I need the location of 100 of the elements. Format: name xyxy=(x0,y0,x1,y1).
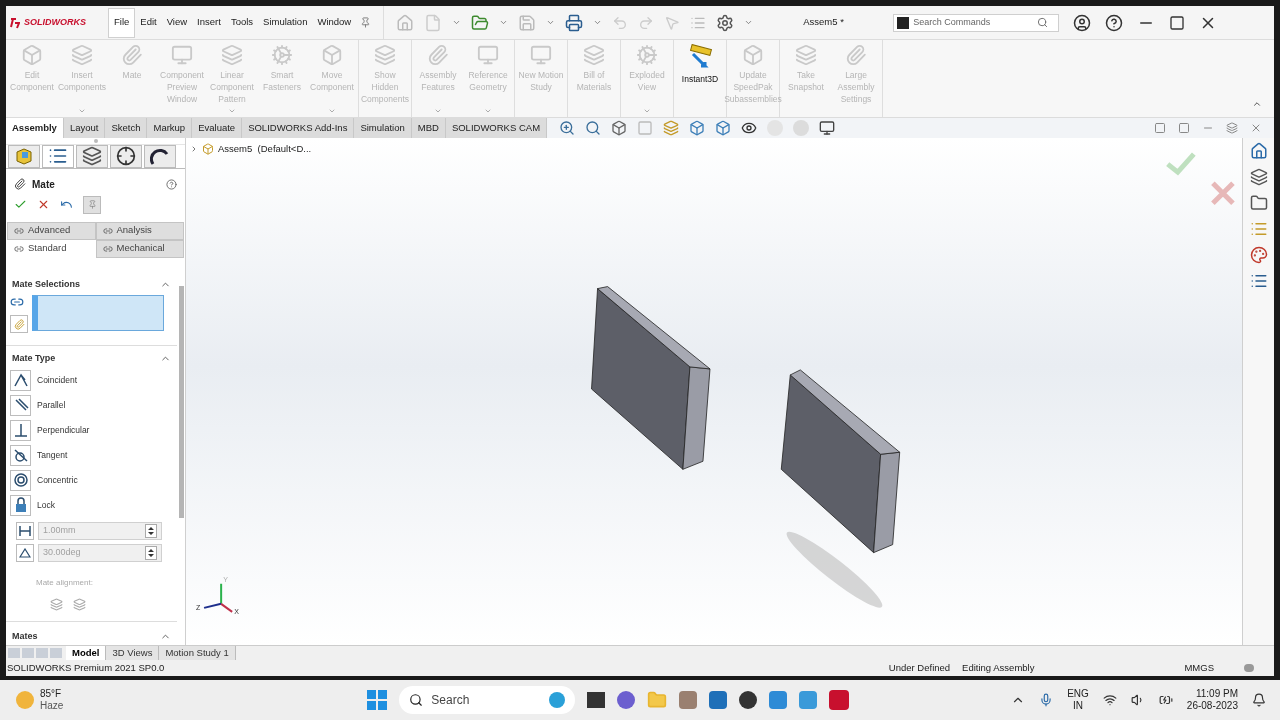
cancel-icon[interactable] xyxy=(37,198,50,211)
confirm-check-icon[interactable] xyxy=(1166,152,1196,176)
save-icon[interactable] xyxy=(518,13,537,32)
mate-select-icon[interactable] xyxy=(10,315,28,333)
panel-tab[interactable] xyxy=(144,144,176,168)
command-tab[interactable]: Assembly xyxy=(6,118,64,138)
lock-mate-icon[interactable] xyxy=(10,494,31,516)
menu-item[interactable]: Insert xyxy=(192,7,226,38)
command-tab[interactable]: SOLIDWORKS Add-Ins xyxy=(242,118,355,138)
app-icon[interactable] xyxy=(739,691,758,709)
mic-icon[interactable] xyxy=(1039,693,1054,707)
mate-type-label[interactable]: Tangent xyxy=(37,448,68,462)
menu-item[interactable]: Window xyxy=(312,7,357,38)
panel-tab[interactable] xyxy=(76,144,108,168)
previous-view-icon[interactable] xyxy=(611,120,628,136)
drag-handle[interactable] xyxy=(93,138,98,143)
app-icon[interactable] xyxy=(829,690,850,710)
view-orientation-icon[interactable] xyxy=(689,120,706,136)
menu-item[interactable]: Edit xyxy=(135,7,162,38)
zoom-area-icon[interactable] xyxy=(585,120,602,136)
option-tab[interactable]: Advanced xyxy=(7,221,96,240)
notification-icon[interactable] xyxy=(1252,693,1266,707)
mate-type-label[interactable]: Perpendicular xyxy=(37,423,90,437)
search-field[interactable]: Search Commands xyxy=(913,15,1034,30)
bottom-tab[interactable]: Motion Study 1 xyxy=(159,645,236,661)
chat-icon[interactable] xyxy=(617,691,636,709)
help-icon[interactable] xyxy=(1105,13,1124,32)
settings-icon[interactable] xyxy=(716,13,735,32)
command-tab[interactable]: Layout xyxy=(63,118,106,138)
tree-item[interactable]: Assem5 (Default<D... xyxy=(218,142,312,157)
folder-icon[interactable] xyxy=(1249,194,1268,212)
menu-item[interactable]: View xyxy=(161,7,193,38)
region-text[interactable]: IN xyxy=(1073,700,1083,712)
clock-time[interactable]: 11:09 PM xyxy=(1195,688,1238,700)
menu-item[interactable]: Tools xyxy=(225,7,259,38)
search-icon[interactable] xyxy=(1037,17,1049,28)
chat-assistant-icon[interactable] xyxy=(549,692,566,708)
collapse-ribbon-icon[interactable] xyxy=(1252,99,1262,109)
ribbon-command[interactable]: Instant3D xyxy=(675,40,725,117)
option-tab[interactable]: Analysis xyxy=(95,221,184,240)
wifi-icon[interactable] xyxy=(1102,693,1117,707)
tile-left-icon[interactable] xyxy=(1154,122,1166,134)
design-library-icon[interactable] xyxy=(1249,168,1268,186)
home-icon[interactable] xyxy=(1249,142,1268,160)
custom-properties-icon[interactable] xyxy=(1249,272,1268,290)
mate-type-label[interactable]: Concentric xyxy=(37,473,78,487)
dynamic-annotation-icon[interactable] xyxy=(663,120,680,136)
task-view-icon[interactable] xyxy=(587,692,606,708)
bottom-tab[interactable]: Model xyxy=(66,645,107,661)
coincident-mate-icon[interactable] xyxy=(10,369,31,391)
language-text[interactable]: ENG xyxy=(1067,688,1089,700)
expand-icon[interactable] xyxy=(190,145,198,154)
tangent-mate-icon[interactable] xyxy=(10,444,31,466)
zoom-to-fit-icon[interactable] xyxy=(559,120,576,136)
hide-show-icon[interactable] xyxy=(741,120,758,136)
units-text[interactable]: MMGS xyxy=(1184,660,1214,676)
panel-tab[interactable] xyxy=(110,144,142,168)
caret-icon[interactable] xyxy=(546,18,556,27)
taskbar-search-box[interactable]: Search xyxy=(399,686,576,714)
bottom-tab[interactable]: 3D Views xyxy=(106,645,160,661)
scrollbar-thumb[interactable] xyxy=(178,285,184,518)
undo-icon[interactable] xyxy=(60,198,73,211)
command-tab[interactable]: Markup xyxy=(147,118,193,138)
concentric-mate-icon[interactable] xyxy=(10,469,31,491)
caret-icon[interactable] xyxy=(593,18,603,27)
panel-tab[interactable] xyxy=(42,144,74,168)
mate-type-label[interactable]: Parallel xyxy=(37,398,66,412)
caret-icon[interactable] xyxy=(452,18,462,27)
command-tab[interactable]: Evaluate xyxy=(192,118,243,138)
caret-icon[interactable] xyxy=(499,18,509,27)
open-folder-icon[interactable] xyxy=(471,13,490,32)
selection-list[interactable] xyxy=(32,295,164,331)
menu-item[interactable]: File xyxy=(108,7,136,38)
mate-type-label[interactable]: Coincident xyxy=(37,373,78,387)
pin-icon[interactable] xyxy=(360,17,372,28)
tile-right-icon[interactable] xyxy=(1178,122,1190,134)
print-icon[interactable] xyxy=(565,13,584,32)
caret-icon[interactable] xyxy=(744,18,754,27)
parallel-mate-icon[interactable] xyxy=(10,394,31,416)
command-tab[interactable]: MBD xyxy=(411,118,446,138)
perpendicular-mate-icon[interactable] xyxy=(10,419,31,441)
clock-date[interactable]: 26-08-2023 xyxy=(1186,700,1238,712)
taskbar-search-field[interactable]: Search xyxy=(431,691,542,709)
display-style-icon[interactable] xyxy=(715,120,732,136)
user-icon[interactable] xyxy=(1073,13,1092,32)
cancel-x-icon[interactable] xyxy=(1210,180,1236,206)
command-tab[interactable]: SOLIDWORKS CAM xyxy=(445,118,548,138)
command-tab[interactable]: Simulation xyxy=(354,118,412,138)
ok-icon[interactable] xyxy=(14,198,27,211)
mate-type-label[interactable]: Lock xyxy=(37,498,55,512)
battery-icon[interactable] xyxy=(1158,693,1173,707)
menu-item[interactable]: Simulation xyxy=(258,7,313,38)
view-settings-icon[interactable] xyxy=(819,120,836,136)
view-palette-icon[interactable] xyxy=(1249,220,1268,238)
restore-icon[interactable] xyxy=(1226,122,1238,134)
maximize-icon[interactable] xyxy=(1169,14,1186,31)
pin-button[interactable] xyxy=(83,195,101,214)
file-explorer-icon[interactable] xyxy=(647,690,668,710)
search-box[interactable]: Search Commands xyxy=(893,13,1060,32)
weather-icon[interactable] xyxy=(16,691,34,709)
